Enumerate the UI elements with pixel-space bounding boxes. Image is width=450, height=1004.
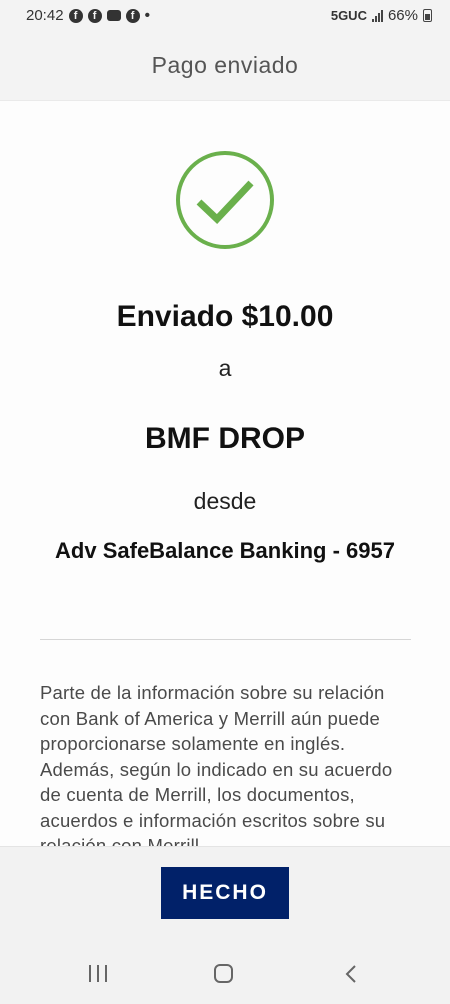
done-button[interactable]: HECHO	[161, 867, 289, 919]
facebook-icon: f	[68, 8, 83, 23]
message-icon	[106, 10, 121, 21]
recent-apps-icon[interactable]	[89, 965, 107, 982]
back-icon[interactable]	[342, 964, 362, 984]
facebook-icon: f	[125, 8, 140, 23]
disclaimer-text: Parte de la información sobre su relació…	[40, 682, 393, 846]
status-bar: 20:42 f f f • 5GUC 66%	[0, 0, 450, 34]
system-nav-bar	[0, 946, 450, 1004]
sent-amount: Enviado $10.00	[116, 300, 334, 333]
status-right: 5GUC 66%	[331, 7, 432, 24]
status-left: 20:42 f f f •	[26, 7, 150, 24]
signal-icon	[371, 9, 383, 22]
success-check-icon	[176, 151, 274, 249]
source-account: Adv SafeBalance Banking - 6957	[55, 538, 395, 563]
battery-icon	[423, 9, 432, 22]
divider	[40, 639, 411, 640]
from-label: desde	[193, 488, 257, 514]
home-icon[interactable]	[214, 964, 233, 983]
status-time: 20:42	[26, 7, 64, 24]
network-type: 5GUC	[330, 8, 367, 23]
more-notifications-dot: •	[144, 6, 151, 24]
battery-percent: 66%	[387, 7, 418, 24]
page-title: Pago enviado	[151, 52, 299, 78]
to-label: a	[218, 355, 232, 381]
recipient-name: BMF DROP	[145, 422, 305, 455]
app-header: Pago enviado	[0, 34, 450, 101]
footer-actions: HECHO	[0, 846, 450, 947]
facebook-icon: f	[87, 8, 102, 23]
